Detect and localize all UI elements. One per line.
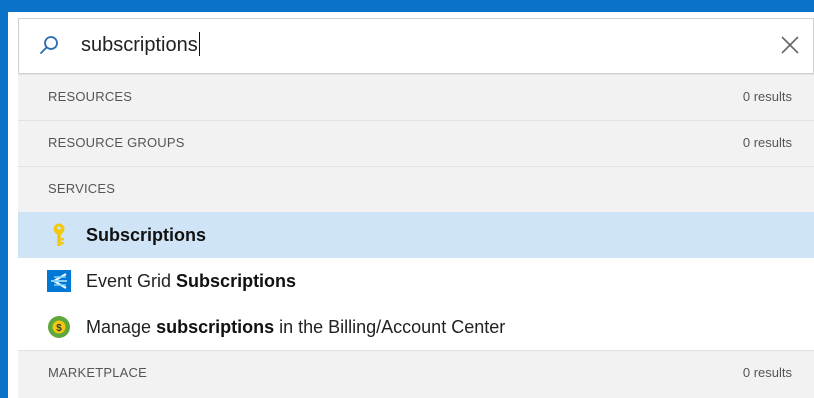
- service-item-manage-subscriptions[interactable]: $ Manage subscriptions in the Billing/Ac…: [18, 304, 814, 350]
- search-results: RESOURCES 0 results RESOURCE GROUPS 0 re…: [18, 74, 814, 398]
- search-query-text: subscriptions: [81, 34, 198, 56]
- search-icon: [40, 36, 58, 54]
- match-highlight: Subscriptions: [86, 225, 207, 245]
- result-count: 0 results: [742, 365, 792, 380]
- match-highlight: subscriptions: [156, 317, 275, 337]
- app-frame: subscriptions RESOURCES 0 results RESOUR…: [0, 0, 814, 398]
- svg-text:$: $: [56, 323, 62, 334]
- section-services: SERVICES: [18, 166, 814, 212]
- key-icon: [53, 223, 65, 246]
- section-label: RESOURCE GROUPS: [48, 135, 185, 150]
- text-caret: [198, 32, 200, 56]
- search-input[interactable]: subscriptions: [18, 18, 814, 74]
- match-highlight: Subscriptions: [176, 271, 297, 291]
- section-label: RESOURCES: [48, 89, 133, 104]
- section-label: MARKETPLACE: [48, 365, 148, 380]
- service-item-label: Event Grid Subscriptions: [86, 271, 296, 292]
- event-grid-icon: [47, 270, 71, 292]
- label-text: Manage: [86, 317, 157, 337]
- service-item-event-grid-subscriptions[interactable]: Event Grid Subscriptions: [18, 258, 814, 304]
- search-query[interactable]: subscriptions: [81, 31, 200, 59]
- section-marketplace: MARKETPLACE 0 results: [18, 350, 814, 396]
- search-dropdown-panel: subscriptions RESOURCES 0 results RESOUR…: [8, 12, 814, 398]
- label-text: in the Billing/Account Center: [274, 317, 506, 337]
- service-item-subscriptions[interactable]: Subscriptions: [18, 212, 814, 258]
- section-resources: RESOURCES 0 results: [18, 74, 814, 120]
- close-icon[interactable]: [777, 32, 803, 58]
- label-text: Event Grid: [86, 271, 177, 291]
- service-item-label: Manage subscriptions in the Billing/Acco…: [86, 317, 505, 338]
- result-count: 0 results: [742, 135, 792, 150]
- result-count: 0 results: [742, 89, 792, 104]
- section-label: SERVICES: [48, 181, 116, 196]
- billing-icon: $: [48, 316, 70, 338]
- service-item-label: Subscriptions: [86, 225, 206, 246]
- section-resource-groups: RESOURCE GROUPS 0 results: [18, 120, 814, 166]
